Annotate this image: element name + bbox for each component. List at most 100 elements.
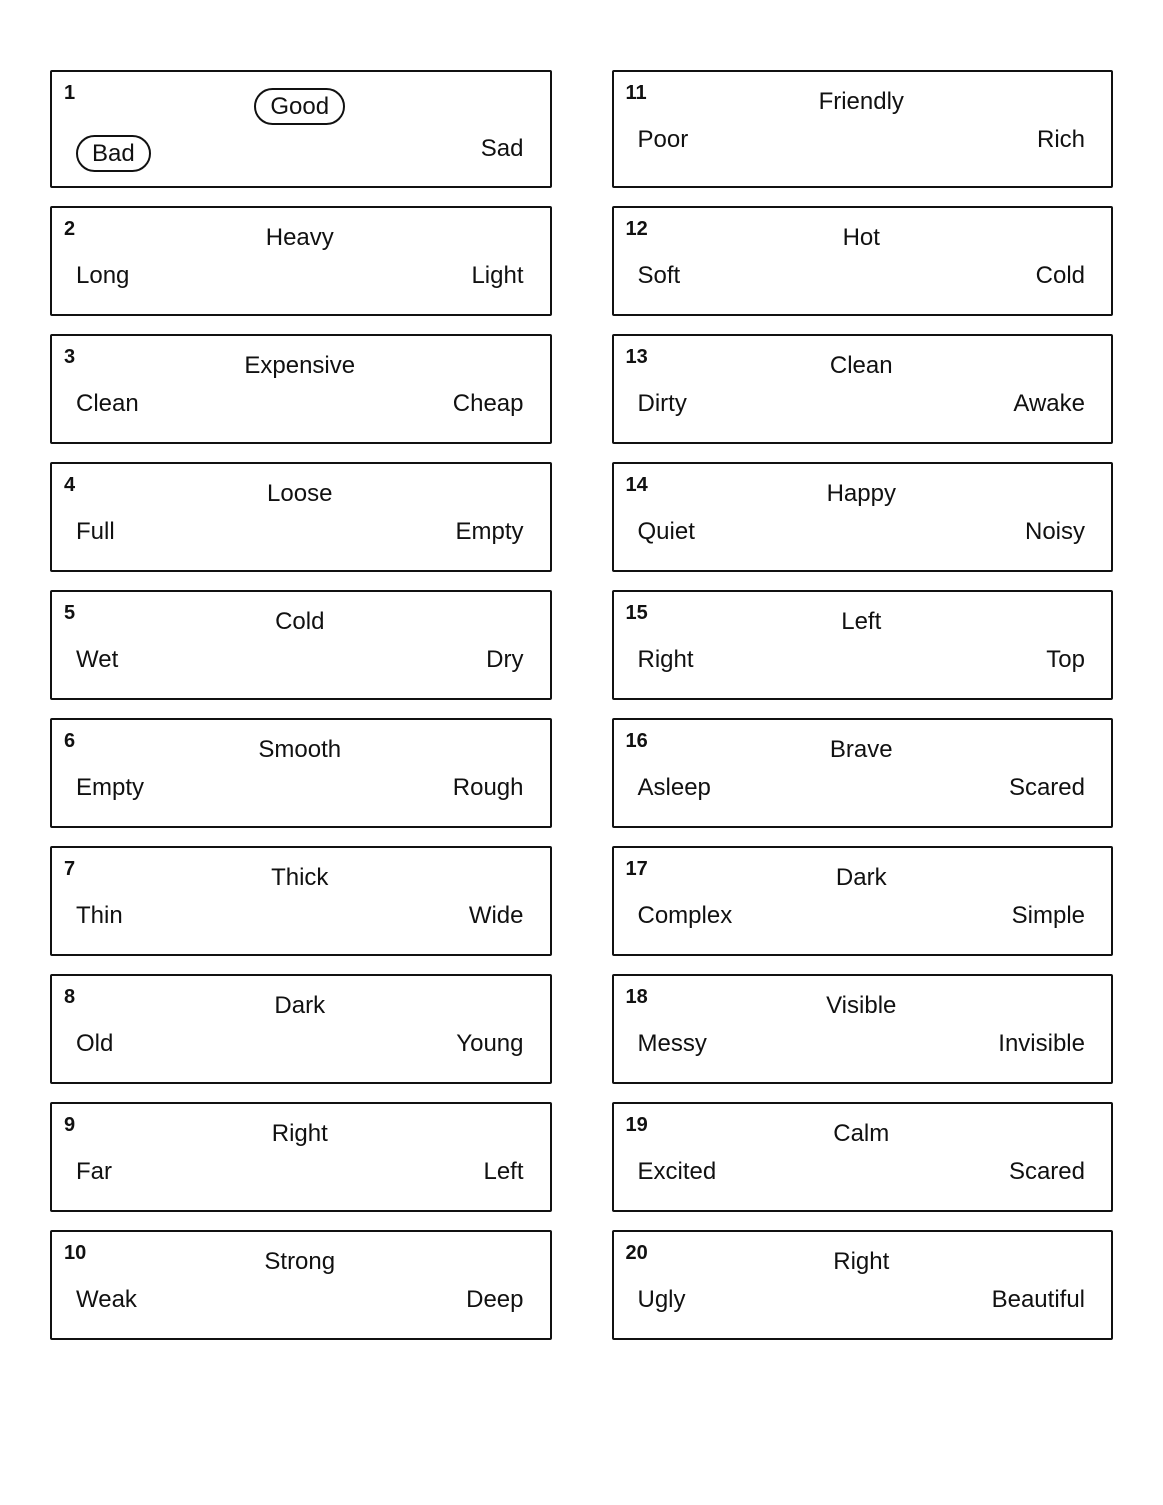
card-right-word: Beautiful (992, 1286, 1085, 1314)
card-number: 19 (626, 1114, 648, 1137)
card-left-word: Soft (638, 262, 681, 290)
card-bottom-words: OldYoung (66, 1030, 534, 1058)
card-top-word: Friendly (628, 88, 1096, 116)
card-top-word: Visible (628, 992, 1096, 1020)
card-left-word: Right (638, 646, 694, 674)
card-right-word: Deep (466, 1286, 523, 1314)
card-right-word: Sad (481, 135, 524, 172)
card-number: 16 (626, 730, 648, 753)
cards-grid: 1GoodBadSad11FriendlyPoorRich2HeavyLongL… (50, 70, 1113, 1340)
card-3: 3Expensive Clean Cheap (50, 334, 552, 444)
card-bottom-words: WeakDeep (66, 1286, 534, 1314)
card-top-word: Strong (66, 1248, 534, 1276)
card-number: 9 (64, 1114, 75, 1137)
card-right-word: Dry (486, 646, 523, 674)
card-16: 16BraveAsleepScared (612, 718, 1114, 828)
card-right-word: Awake (1013, 390, 1085, 418)
card-number: 8 (64, 986, 75, 1009)
card-bottom-words: Right Top (628, 646, 1096, 674)
card-right-word: Cheap (453, 390, 524, 418)
card-left-word: Excited (638, 1158, 717, 1186)
card-left-word: Dirty (638, 390, 687, 418)
card-number: 10 (64, 1242, 86, 1265)
card-top-word: Heavy (66, 224, 534, 252)
card-number: 1 (64, 82, 75, 105)
card-left-word: Quiet (638, 518, 695, 546)
card-11: 11Friendly Poor Rich (612, 70, 1114, 188)
card-bottom-words: Soft Cold (628, 262, 1096, 290)
card-number: 20 (626, 1242, 648, 1265)
card-bottom-words: Bad Sad (66, 135, 534, 172)
card-top-word: Hot (628, 224, 1096, 252)
card-number: 18 (626, 986, 648, 1009)
card-left-word: Asleep (638, 774, 711, 802)
card-bottom-words: QuietNoisy (628, 518, 1096, 546)
card-left-word: Long (76, 262, 129, 290)
card-right-word: Light (471, 262, 523, 290)
card-bottom-words: Clean Cheap (66, 390, 534, 418)
card-top-word: Left (628, 608, 1096, 636)
card-right-word: Left (483, 1158, 523, 1186)
card-top-word: Calm (628, 1120, 1096, 1148)
card-number: 13 (626, 346, 648, 369)
card-14: 14Happy QuietNoisy (612, 462, 1114, 572)
card-top-word: Clean (628, 352, 1096, 380)
card-number: 12 (626, 218, 648, 241)
card-top-word: Smooth (66, 736, 534, 764)
card-number: 11 (626, 82, 647, 105)
card-right-word: Rich (1037, 126, 1085, 154)
card-right-word: Rough (453, 774, 524, 802)
card-left-word: Old (76, 1030, 113, 1058)
card-bottom-words: FullEmpty (66, 518, 534, 546)
card-left-word: Complex (638, 902, 733, 930)
card-bottom-words: Excited Scared (628, 1158, 1096, 1186)
card-bottom-words: Asleep Scared (628, 774, 1096, 802)
card-number: 3 (64, 346, 75, 369)
card-right-word: Scared (1009, 774, 1085, 802)
card-7: 7Thick Thin Wide (50, 846, 552, 956)
card-right-word: Scared (1009, 1158, 1085, 1186)
card-bottom-words: Ugly Beautiful (628, 1286, 1096, 1314)
card-number: 14 (626, 474, 648, 497)
card-18: 18Visible MessyInvisible (612, 974, 1114, 1084)
card-right-word: Top (1046, 646, 1085, 674)
card-13: 13Clean Dirty Awake (612, 334, 1114, 444)
card-17: 17Dark Complex Simple (612, 846, 1114, 956)
card-right-word: Wide (469, 902, 524, 930)
card-bottom-words: Complex Simple (628, 902, 1096, 930)
card-top-word: Good (66, 88, 534, 125)
card-right-word: Simple (1012, 902, 1085, 930)
card-right-word: Invisible (998, 1030, 1085, 1058)
card-top-word: Dark (628, 864, 1096, 892)
card-top-word: Happy (628, 480, 1096, 508)
card-top-word: Thick (66, 864, 534, 892)
card-10: 10Strong WeakDeep (50, 1230, 552, 1340)
card-left-word: Empty (76, 774, 144, 802)
card-bottom-words: MessyInvisible (628, 1030, 1096, 1058)
card-left-word: Ugly (638, 1286, 686, 1314)
card-top-word: Right (66, 1120, 534, 1148)
card-top-word: Loose (66, 480, 534, 508)
card-number: 7 (64, 858, 75, 881)
card-right-word: Cold (1036, 262, 1085, 290)
card-bottom-words: Long Light (66, 262, 534, 290)
card-15: 15LeftRightTop (612, 590, 1114, 700)
card-bottom-words: FarLeft (66, 1158, 534, 1186)
card-bottom-words: Thin Wide (66, 902, 534, 930)
card-number: 2 (64, 218, 75, 241)
card-top-word: Expensive (66, 352, 534, 380)
card-bottom-words: Poor Rich (628, 126, 1096, 154)
card-number: 4 (64, 474, 75, 497)
card-right-word: Empty (455, 518, 523, 546)
card-left-word: Poor (638, 126, 689, 154)
card-left-word: Thin (76, 902, 123, 930)
card-9: 9Right FarLeft (50, 1102, 552, 1212)
card-12: 12Hot Soft Cold (612, 206, 1114, 316)
card-number: 6 (64, 730, 75, 753)
card-left-word: Bad (76, 135, 151, 172)
card-4: 4Loose FullEmpty (50, 462, 552, 572)
card-6: 6Smooth Empty Rough (50, 718, 552, 828)
card-left-word: Clean (76, 390, 139, 418)
card-number: 17 (626, 858, 648, 881)
card-bottom-words: WetDry (66, 646, 534, 674)
